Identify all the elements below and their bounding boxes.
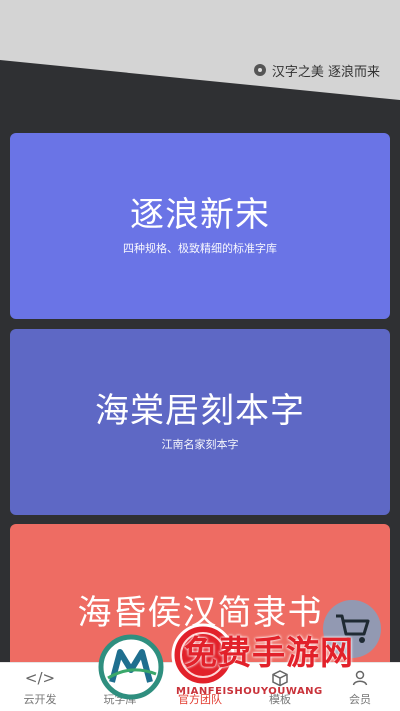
font-card-zhulang-xinsong[interactable]: 逐浪新宋 四种规格、极致精细的标准字库 xyxy=(10,133,390,319)
font-card-haitangju[interactable]: 海棠居刻本字 江南名家刻本字 xyxy=(10,329,390,515)
tagline-text: 汉字之美 逐浪而来 xyxy=(271,64,380,80)
card-title: 海棠居刻本字 xyxy=(95,391,305,432)
tab-label: 云开发 xyxy=(23,693,57,706)
card-subtitle: 四种规格、极致精细的标准字库 xyxy=(123,241,277,255)
card-title: 逐浪新宋 xyxy=(130,195,270,236)
card-subtitle: 江南名家刻本字 xyxy=(161,437,239,451)
watermark-logo xyxy=(98,634,164,700)
header-tagline: 汉字之美 逐浪而来 xyxy=(253,60,380,80)
location-dot-icon xyxy=(253,64,266,76)
code-icon: </> xyxy=(24,669,56,687)
watermark-text: 免费手游网 xyxy=(184,633,354,672)
tab-cloud-dev[interactable]: </> 云开发 xyxy=(0,663,80,711)
watermark-subtext: MIANFEISHOUYOUWANG xyxy=(176,686,323,697)
